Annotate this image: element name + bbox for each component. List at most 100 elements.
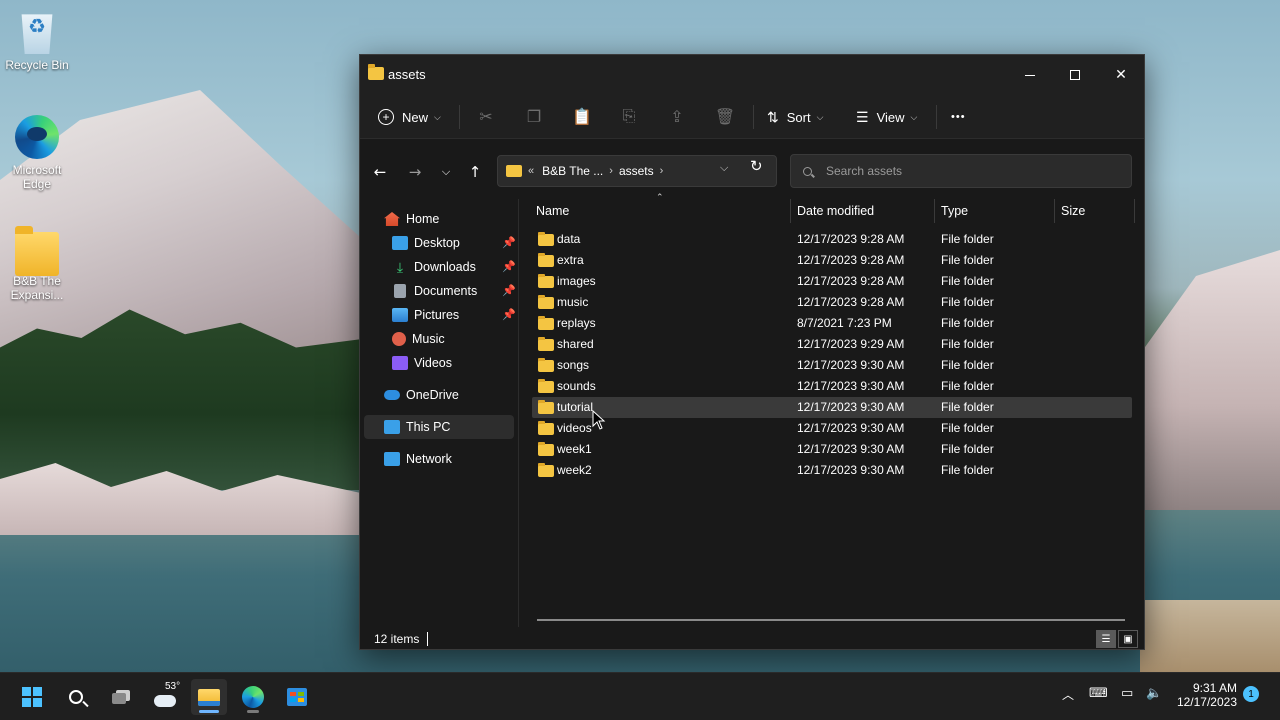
search-input[interactable]	[826, 164, 1106, 178]
home-icon	[384, 212, 400, 226]
edge-taskbar-button[interactable]	[235, 679, 271, 715]
file-row[interactable]: week2 12/17/2023 9:30 AM File folder	[532, 460, 1132, 481]
back-button[interactable]: ←	[369, 161, 391, 183]
network-status-icon[interactable]: ▭	[1121, 686, 1133, 701]
nav-item-this-pc[interactable]: This PC	[364, 415, 514, 439]
column-divider[interactable]	[790, 199, 791, 223]
nav-item-label: Documents	[414, 284, 478, 298]
title-bar[interactable]: assets ✕	[360, 55, 1144, 95]
file-name: music	[557, 295, 589, 309]
horizontal-scrollbar[interactable]	[537, 619, 1125, 621]
file-explorer-window: assets ✕ + New ⌵ ✂ ❐ 📋 ⎘ ⇪ 🗑 ⇅ Sort ⌵ ☰ …	[359, 54, 1145, 650]
address-bar[interactable]: « B&B The ... › assets ›	[497, 155, 777, 187]
file-row[interactable]: week1 12/17/2023 9:30 AM File folder	[532, 439, 1132, 460]
start-button[interactable]	[14, 679, 50, 715]
file-name: shared	[557, 337, 594, 351]
clock[interactable]: 9:31 AM 12/17/2023	[1165, 681, 1237, 709]
details-view-button[interactable]: ☰	[1096, 630, 1116, 648]
recent-locations-button[interactable]: ⌵	[435, 161, 457, 183]
file-row[interactable]: shared 12/17/2023 9:29 AM File folder	[532, 334, 1132, 355]
address-dropdown-button[interactable]: ⌵	[720, 161, 728, 175]
file-type: File folder	[941, 379, 994, 393]
close-button[interactable]: ✕	[1098, 55, 1144, 95]
file-row[interactable]: data 12/17/2023 9:28 AM File folder	[532, 229, 1132, 250]
breadcrumb-segment[interactable]: assets	[619, 164, 654, 178]
nav-item-label: Pictures	[414, 308, 460, 322]
file-row[interactable]: extra 12/17/2023 9:28 AM File folder	[532, 250, 1132, 271]
see-more-button[interactable]: •••	[951, 103, 966, 131]
view-button[interactable]: ☰ View ⌵	[856, 103, 917, 131]
trash-icon: 🗑	[714, 109, 736, 126]
file-row[interactable]: videos 12/17/2023 9:30 AM File folder	[532, 418, 1132, 439]
desktop-icon-edge[interactable]: Microsoft Edge	[1, 115, 73, 191]
keyboard-icon[interactable]: ⌨	[1089, 686, 1108, 701]
cut-button[interactable]: ✂	[474, 103, 498, 131]
window-title: assets	[388, 67, 426, 82]
nav-item-desktop[interactable]: Desktop 📌	[392, 231, 516, 255]
file-type: File folder	[941, 274, 994, 288]
copy-button[interactable]: ❐	[522, 103, 546, 131]
volume-muted-icon[interactable]: 🔈	[1146, 686, 1162, 701]
tiles-view-button[interactable]: ▣	[1118, 630, 1138, 648]
nav-item-downloads[interactable]: ⤓ Downloads 📌	[392, 255, 516, 279]
rename-button[interactable]: ⎘	[617, 103, 641, 131]
folder-icon	[538, 295, 554, 309]
minimize-button[interactable]	[1007, 55, 1053, 95]
file-row[interactable]: sounds 12/17/2023 9:30 AM File folder	[532, 376, 1132, 397]
column-divider[interactable]	[934, 199, 935, 223]
file-row[interactable]: replays 8/7/2021 7:23 PM File folder	[532, 313, 1132, 334]
up-button[interactable]: ↑	[464, 161, 486, 183]
chevron-up-icon[interactable]: ︿	[1062, 686, 1074, 703]
new-button[interactable]: + New ⌵	[378, 103, 441, 131]
file-name: videos	[557, 421, 592, 435]
file-row[interactable]: tutorial 12/17/2023 9:30 AM File folder	[532, 397, 1132, 418]
delete-button[interactable]: 🗑	[713, 103, 737, 131]
nav-item-music[interactable]: Music	[392, 327, 514, 351]
maximize-button[interactable]	[1052, 55, 1098, 95]
file-row[interactable]: music 12/17/2023 9:28 AM File folder	[532, 292, 1132, 313]
nav-item-network[interactable]: Network	[384, 447, 514, 471]
nav-item-onedrive[interactable]: OneDrive	[384, 383, 514, 407]
address-overflow[interactable]: «	[528, 165, 534, 177]
videos-icon	[392, 356, 408, 370]
file-explorer-taskbar-button[interactable]	[191, 679, 227, 715]
column-header-name[interactable]: Name	[536, 199, 786, 223]
refresh-button[interactable]: ↻	[750, 157, 763, 175]
share-button[interactable]: ⇪	[665, 103, 689, 131]
file-date: 12/17/2023 9:29 AM	[797, 337, 905, 351]
file-row[interactable]: songs 12/17/2023 9:30 AM File folder	[532, 355, 1132, 376]
file-name: images	[557, 274, 596, 288]
desktop-icon-recycle-bin[interactable]: Recycle Bin	[1, 10, 73, 72]
pane-divider[interactable]	[518, 199, 519, 627]
column-header-size[interactable]: Size	[1061, 199, 1131, 223]
notification-badge[interactable]: 1	[1243, 686, 1259, 702]
chevron-right-icon[interactable]: ›	[609, 165, 613, 177]
widgets-button[interactable]: 53°	[147, 679, 183, 715]
chevron-right-icon[interactable]: ›	[660, 165, 664, 177]
nav-item-documents[interactable]: Documents 📌	[392, 279, 516, 303]
forward-button[interactable]: →	[404, 161, 426, 183]
file-row[interactable]: images 12/17/2023 9:28 AM File folder	[532, 271, 1132, 292]
search-box[interactable]	[790, 154, 1132, 188]
nav-item-pictures[interactable]: Pictures 📌	[392, 303, 516, 327]
column-divider[interactable]	[1054, 199, 1055, 223]
desktop-icon-bb-folder[interactable]: B&B The Expansi...	[1, 226, 73, 302]
file-name: replays	[557, 316, 596, 330]
file-date: 12/17/2023 9:28 AM	[797, 253, 905, 267]
column-header-date[interactable]: Date modified	[797, 199, 932, 223]
search-button[interactable]	[58, 679, 94, 715]
nav-item-home[interactable]: Home	[384, 207, 514, 231]
paste-button[interactable]: 📋	[570, 103, 594, 131]
column-header-type[interactable]: Type	[941, 199, 1051, 223]
sort-label: Sort	[786, 109, 811, 125]
file-type: File folder	[941, 358, 994, 372]
nav-item-videos[interactable]: Videos	[392, 351, 514, 375]
store-taskbar-button[interactable]	[279, 679, 315, 715]
minimize-icon	[1025, 74, 1035, 76]
breadcrumb-segment[interactable]: B&B The ...	[542, 164, 603, 178]
tiles-view-icon: ▣	[1123, 633, 1133, 645]
pin-icon: 📌	[502, 237, 516, 249]
task-view-button[interactable]	[103, 679, 139, 715]
sort-button[interactable]: ⇅ Sort ⌵	[767, 103, 823, 131]
column-divider[interactable]	[1134, 199, 1135, 223]
